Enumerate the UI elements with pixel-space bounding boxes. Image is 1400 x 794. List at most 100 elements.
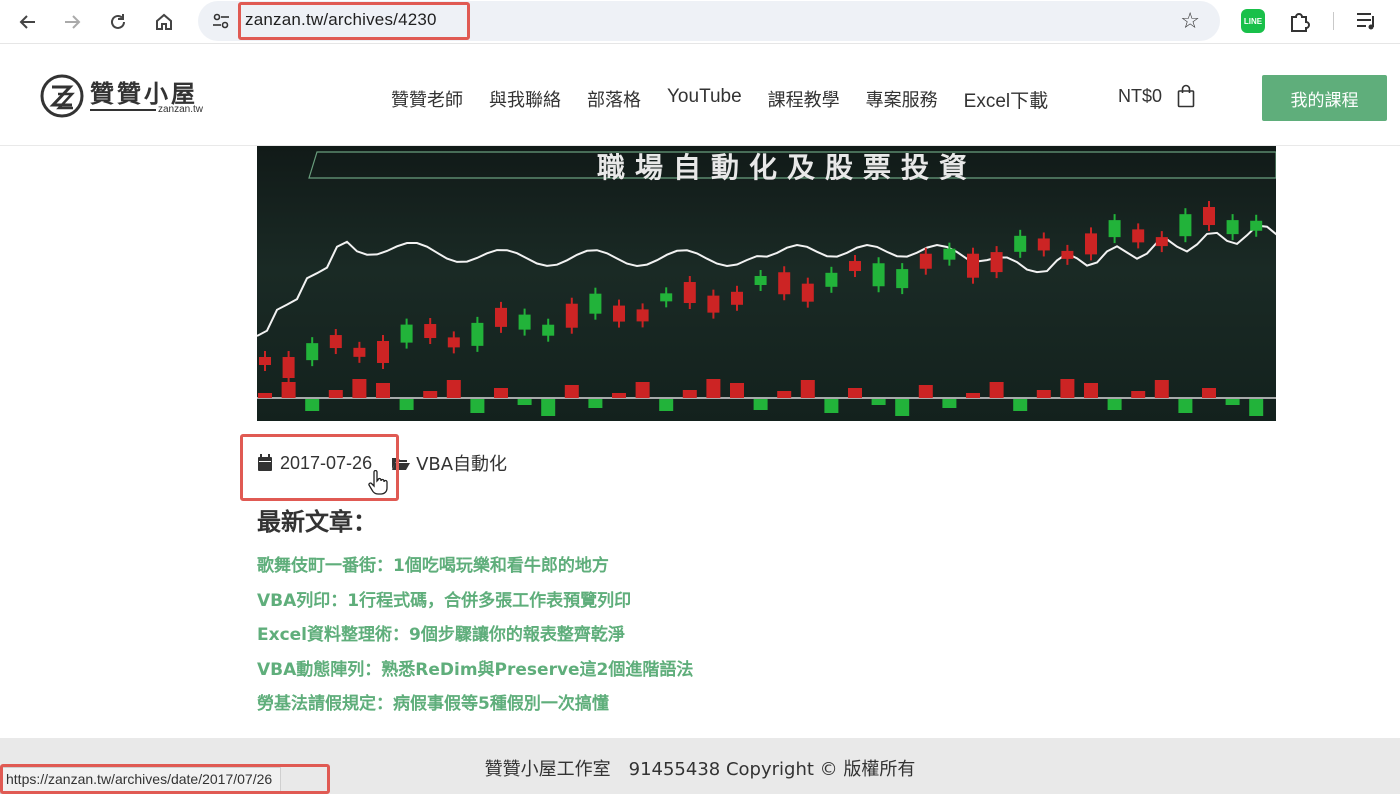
cart-total[interactable]: NT$0 [1118, 86, 1162, 107]
url-highlight-box [238, 2, 470, 40]
site-settings-icon[interactable] [212, 12, 230, 30]
recent-post-link[interactable]: 勞基法請假規定：病假事假等5種假別一次搞懂 [257, 692, 693, 727]
volume-bar [824, 399, 839, 413]
recent-post-link[interactable]: 歌舞伎町一番街：1個吃喝玩樂和看牛郎的地方 [257, 554, 693, 589]
logo-mark-icon [40, 74, 84, 118]
volume-bar [541, 399, 556, 416]
volume-bar [1036, 390, 1051, 398]
candle-body [990, 252, 1003, 273]
volume-bar [1084, 383, 1098, 398]
candle-body [896, 269, 909, 289]
candle-body [400, 324, 413, 343]
volume-bar [423, 391, 438, 398]
home-icon[interactable] [150, 8, 178, 36]
candle-body [1014, 235, 1027, 252]
candle-body [707, 295, 720, 313]
candle-body [967, 253, 979, 278]
line-extension-label: LINE [1243, 16, 1263, 26]
candle-body [495, 307, 507, 327]
my-courses-button[interactable]: 我的課程 [1262, 75, 1387, 121]
reload-icon[interactable] [104, 8, 132, 36]
logo-subtext: zanzan.tw [158, 104, 204, 115]
nav-item-youtube[interactable]: YouTube [667, 86, 742, 113]
volume-bar [871, 399, 886, 405]
volume-bar [446, 380, 461, 398]
volume-bar [1013, 399, 1028, 411]
volume-bar [612, 393, 626, 398]
candle-body [1250, 220, 1263, 231]
bookmark-star-icon[interactable]: ☆ [1180, 9, 1200, 34]
candle-body [1155, 237, 1168, 247]
volume-bar [588, 399, 603, 408]
nav-item-excel-download[interactable]: Excel下載 [964, 86, 1048, 113]
volume-bar [682, 390, 697, 398]
browser-toolbar: zanzan.tw/archives/4230 ☆ LINE [0, 0, 1400, 44]
candle-body [1179, 214, 1192, 237]
volume-bar [706, 379, 721, 398]
volume-bar [659, 399, 674, 411]
volume-bar [966, 393, 980, 398]
candle-body [660, 293, 673, 302]
status-highlight-box [0, 764, 330, 794]
candle-body [565, 303, 578, 328]
hero-image: 職場自動化及股票投資 [257, 146, 1276, 421]
candle-body [872, 263, 885, 287]
candle-body [825, 272, 838, 287]
volume-bar [753, 399, 768, 410]
volume-bar [635, 382, 650, 398]
volume-bar [848, 388, 862, 398]
volume-bar [1225, 399, 1240, 405]
candle-body [259, 357, 271, 365]
volume-bar [989, 382, 1004, 398]
volume-bar [942, 399, 957, 408]
volume-bar [1060, 379, 1075, 398]
line-extension-icon[interactable]: LINE [1241, 9, 1265, 33]
candle-body [1061, 250, 1074, 259]
nav-item-blog[interactable]: 部落格 [587, 86, 641, 113]
nav-item-projects[interactable]: 專案服務 [866, 86, 938, 113]
volume-bar [258, 393, 272, 398]
toolbar-divider [1333, 12, 1334, 30]
nav-item-teacher[interactable]: 贊贊老師 [391, 86, 463, 113]
volume-bar [1107, 399, 1122, 410]
volume-bar [1202, 388, 1216, 398]
shopping-bag-icon[interactable] [1177, 84, 1195, 108]
candle-body [377, 340, 389, 363]
volume-bar [328, 390, 343, 398]
candle-body [518, 314, 531, 330]
volume-bar [399, 399, 414, 410]
volume-bar [564, 385, 579, 398]
recent-post-link[interactable]: VBA動態陣列：熟悉ReDim與Preserve這2個進階語法 [257, 658, 693, 693]
back-arrow-icon[interactable] [14, 8, 42, 36]
candle-body [683, 282, 696, 304]
volume-bar [777, 391, 792, 398]
extensions-puzzle-icon[interactable] [1288, 9, 1312, 33]
volume-bar [470, 399, 485, 413]
candle-body [778, 272, 791, 295]
candle-body [613, 305, 625, 322]
logo-underline [90, 109, 156, 111]
volume-bar [1178, 399, 1193, 413]
recent-post-link[interactable]: VBA列印：1行程式碼，合併多張工作表預覽列印 [257, 589, 693, 624]
reading-list-icon[interactable] [1355, 10, 1379, 32]
volume-bar [281, 382, 296, 398]
candle-body [636, 309, 649, 322]
nav-item-courses[interactable]: 課程教學 [768, 86, 840, 113]
candle-body [1203, 207, 1215, 226]
volume-bar [800, 380, 815, 398]
nav-item-contact[interactable]: 與我聯絡 [489, 86, 561, 113]
recent-posts-list: 歌舞伎町一番街：1個吃喝玩樂和看牛郎的地方 VBA列印：1行程式碼，合併多張工作… [257, 554, 693, 727]
volume-bar [517, 399, 532, 405]
recent-post-link[interactable]: Excel資料整理術：9個步驟讓你的報表整齊乾淨 [257, 623, 693, 658]
candle-body [589, 293, 602, 314]
volume-bar [1154, 380, 1169, 398]
main-nav: 贊贊老師 與我聯絡 部落格 YouTube 課程教學 專案服務 Excel下載 [391, 86, 1074, 113]
stock-chart-graphic [257, 151, 1276, 416]
volume-bar [1249, 399, 1264, 416]
forward-arrow-icon[interactable] [58, 8, 86, 36]
site-logo[interactable]: 贊贊小屋 zanzan.tw [40, 74, 220, 124]
volume-bar [918, 385, 933, 398]
post-category-link[interactable]: VBA自動化 [416, 450, 507, 476]
candle-body [801, 283, 814, 302]
volume-bar [305, 399, 320, 411]
